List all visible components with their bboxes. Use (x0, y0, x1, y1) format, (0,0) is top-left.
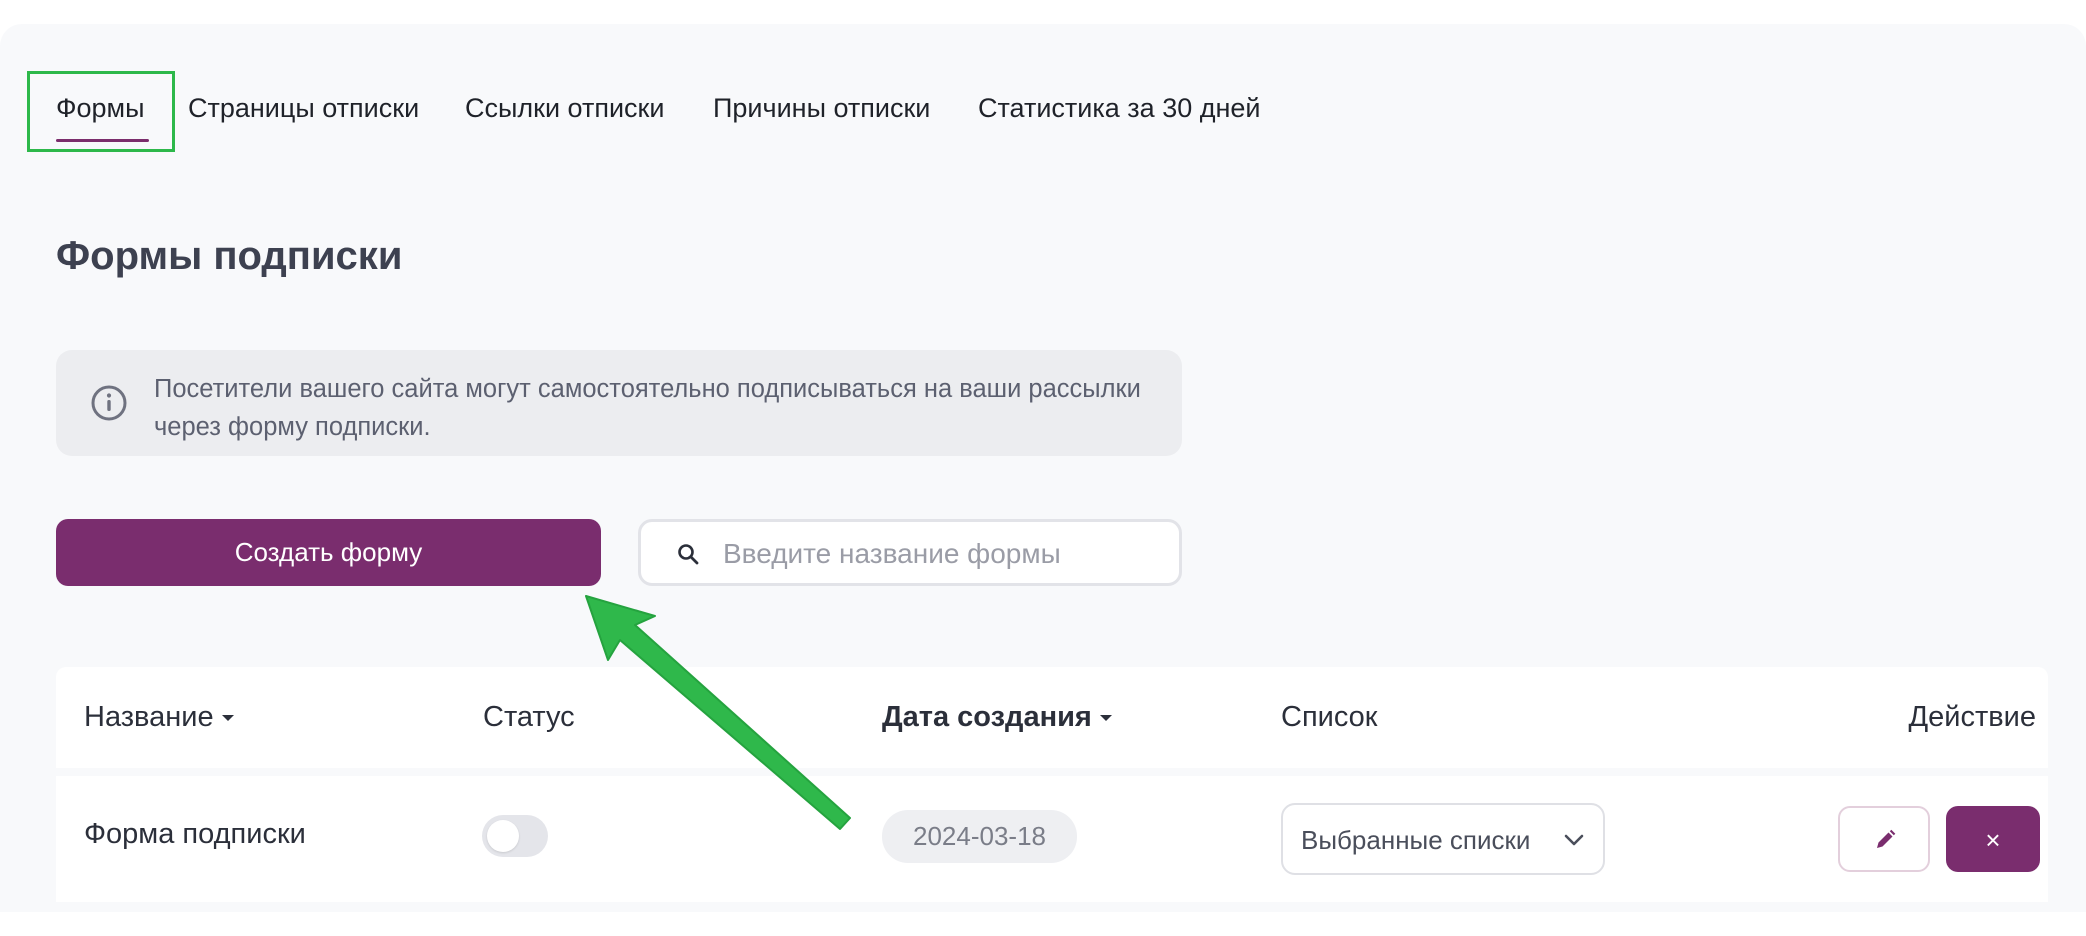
info-banner: Посетители вашего сайта могут самостояте… (56, 350, 1182, 456)
edit-button[interactable] (1838, 806, 1930, 872)
column-action-header: Действие (1908, 701, 2036, 733)
tab-unsubscribe-pages[interactable]: Страницы отписки (188, 88, 419, 128)
search-box[interactable] (638, 519, 1182, 586)
form-name: Форма подписки (84, 818, 306, 850)
search-input[interactable] (721, 530, 1165, 578)
status-toggle[interactable] (482, 815, 548, 857)
column-list-header: Список (1281, 701, 1378, 733)
list-select[interactable]: Выбранные списки (1281, 803, 1605, 875)
tab-unsubscribe-reasons[interactable]: Причины отписки (713, 88, 930, 128)
content-panel: Формы Страницы отписки Ссылки отписки Пр… (0, 24, 2086, 912)
caret-down-icon (221, 715, 234, 722)
column-name-header[interactable]: Название (84, 697, 234, 737)
delete-button[interactable]: × (1946, 806, 2040, 872)
forms-table: Название Статус Дата создания Список Дей… (56, 667, 2048, 936)
create-form-button[interactable]: Создать форму (56, 519, 601, 586)
caret-down-icon (1099, 715, 1112, 722)
column-name-label: Название (84, 701, 214, 733)
column-created-label: Дата создания (882, 701, 1092, 733)
close-icon: × (1985, 825, 2001, 855)
chevron-down-icon (1564, 834, 1584, 846)
tab-stats-30-days[interactable]: Статистика за 30 дней (978, 88, 1261, 128)
page-title: Формы подписки (56, 234, 403, 278)
info-circle-icon (91, 385, 127, 421)
tab-unsubscribe-links[interactable]: Ссылки отписки (465, 88, 664, 128)
list-select-value: Выбранные списки (1301, 825, 1531, 855)
column-status-header: Статус (483, 701, 575, 733)
created-date-badge: 2024-03-18 (882, 810, 1077, 863)
tab-active-underline (56, 139, 149, 142)
pencil-icon (1877, 829, 1896, 848)
toggle-knob (487, 820, 519, 852)
info-text: Посетители вашего сайта могут самостояте… (154, 375, 1141, 441)
table-header: Название Статус Дата создания Список Дей… (56, 667, 2048, 768)
column-created-header[interactable]: Дата создания (882, 697, 1112, 737)
table-row: Форма подписки 2024-03-18 Выбранные спис… (56, 776, 2048, 902)
tab-forms[interactable]: Формы (56, 88, 145, 128)
search-icon (678, 544, 699, 565)
